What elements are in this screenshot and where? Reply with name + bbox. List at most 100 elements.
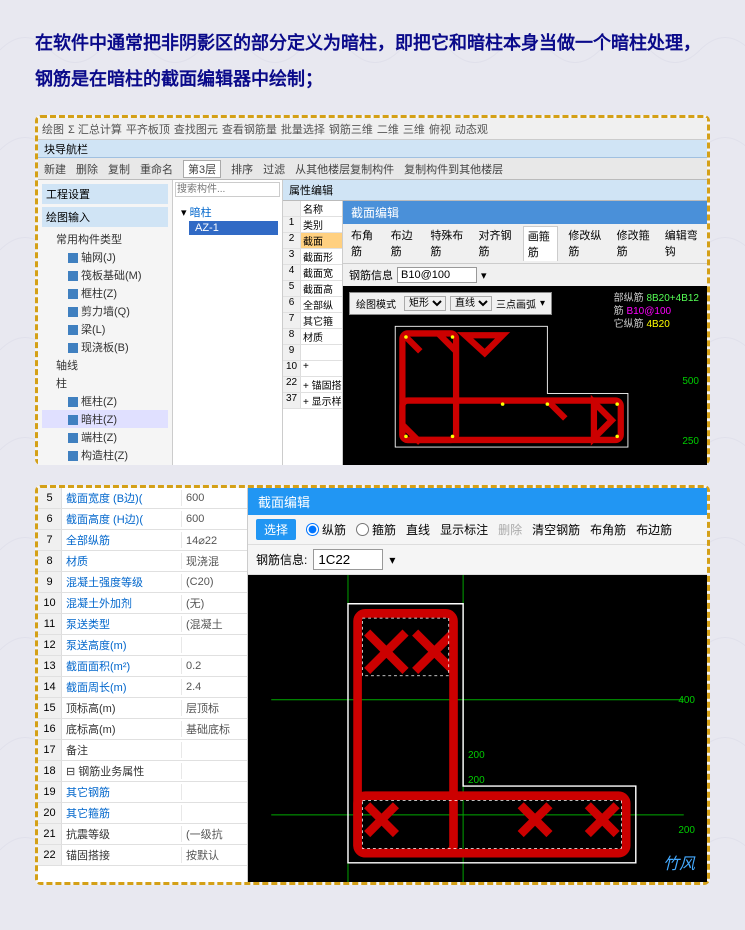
tb-rebar3d[interactable]: 钢筋三维: [329, 121, 373, 137]
tree-item[interactable]: 现浇板(B): [42, 338, 168, 356]
dropdown-icon[interactable]: ▾: [389, 553, 395, 567]
editor-tab[interactable]: 特殊布筋: [426, 226, 468, 261]
grid-row[interactable]: 22+ 锚固搭: [283, 377, 342, 393]
property-grid[interactable]: 名称1类别2截面3截面形4截面宽5截面高6全部纵7其它箍8材质910+22+ 锚…: [283, 201, 343, 465]
dim-250: 250: [682, 436, 699, 447]
tb-dyn[interactable]: 动态观: [455, 121, 488, 137]
grid-row[interactable]: 7其它箍: [283, 313, 342, 329]
tb-sort[interactable]: 排序: [231, 161, 253, 177]
tb-copy[interactable]: 复制: [108, 161, 130, 177]
editor-tab[interactable]: 布边筋: [387, 226, 421, 261]
tb-batch[interactable]: 批量选择: [281, 121, 325, 137]
tree-item[interactable]: 框柱(Z): [42, 284, 168, 302]
grid-row[interactable]: 9: [283, 345, 342, 361]
grid-row[interactable]: 8材质: [283, 329, 342, 345]
nav-title: 块导航栏: [44, 141, 88, 157]
prop-row[interactable]: 11泵送类型(混凝土: [38, 614, 247, 635]
radio-zongjin[interactable]: 纵筋: [306, 521, 346, 538]
rebar-info-input[interactable]: [397, 267, 477, 283]
floor-selector[interactable]: 第3层: [183, 160, 221, 178]
grid-row[interactable]: 5截面高: [283, 281, 342, 297]
prop-row[interactable]: 17备注: [38, 740, 247, 761]
grid-row[interactable]: 10+: [283, 361, 342, 377]
prop-row[interactable]: 22锚固搭接按默认: [38, 845, 247, 866]
rebar-info-label-2: 钢筋信息:: [256, 551, 307, 568]
tree-item[interactable]: 墙: [42, 464, 168, 465]
tb-rename[interactable]: 重命名: [140, 161, 173, 177]
tree-item[interactable]: 端柱(Z): [42, 428, 168, 446]
tb-del[interactable]: 删除: [76, 161, 98, 177]
tb-3d[interactable]: 三维: [403, 121, 425, 137]
prop-row[interactable]: 21抗震等级(一级抗: [38, 824, 247, 845]
prop-row[interactable]: 5截面宽度 (B边)(600: [38, 488, 247, 509]
tb-view[interactable]: 查看钢筋量: [222, 121, 277, 137]
btn-line[interactable]: 直线: [406, 521, 430, 538]
main-toolbar: 绘图 Σ 汇总计算 平齐板顶 查找图元 查看钢筋量 批量选择 钢筋三维 二维 三…: [38, 118, 707, 140]
dropdown-icon[interactable]: ▾: [481, 269, 487, 282]
tree-item[interactable]: 常用构件类型: [42, 230, 168, 248]
btn-showdim[interactable]: 显示标注: [440, 521, 488, 538]
tree-item[interactable]: 轴线: [42, 356, 168, 374]
radio-gujin[interactable]: 箍筋: [356, 521, 396, 538]
tree-item[interactable]: 剪力墙(Q): [42, 302, 168, 320]
prop-row[interactable]: 16底标高(m)基础底标: [38, 719, 247, 740]
tb-align[interactable]: 平齐板顶: [126, 121, 170, 137]
tb-copyfrom[interactable]: 从其他楼层复制构件: [295, 161, 394, 177]
btn-edge[interactable]: 布边筋: [636, 521, 672, 538]
grid-row[interactable]: 6全部纵: [283, 297, 342, 313]
tb-copyto[interactable]: 复制构件到其他楼层: [404, 161, 503, 177]
tree-item[interactable]: 暗柱(Z): [42, 410, 168, 428]
tb-draw[interactable]: 绘图: [42, 121, 64, 137]
grid-row[interactable]: 1类别: [283, 217, 342, 233]
editor-tab[interactable]: 对齐钢筋: [475, 226, 517, 261]
editor-tab[interactable]: 布角筋: [347, 226, 381, 261]
prop-row[interactable]: 6截面高度 (H边)(600: [38, 509, 247, 530]
search-input[interactable]: [175, 182, 280, 197]
prop-row[interactable]: 19其它钢筋: [38, 782, 247, 803]
prop-row[interactable]: 10混凝土外加剂(无): [38, 593, 247, 614]
mid-selected[interactable]: AZ-1: [189, 221, 278, 235]
editor-tab[interactable]: 编辑弯钩: [661, 226, 703, 261]
grid-row[interactable]: 4截面宽: [283, 265, 342, 281]
grid-row[interactable]: 3截面形: [283, 249, 342, 265]
editor-tab[interactable]: 修改箍筋: [613, 226, 655, 261]
tree-item[interactable]: 框柱(Z): [42, 392, 168, 410]
editor-tab[interactable]: 画箍筋: [523, 226, 559, 261]
tb-new[interactable]: 新建: [44, 161, 66, 177]
prop-row[interactable]: 8材质现浇混: [38, 551, 247, 572]
tree-item[interactable]: 构造柱(Z): [42, 446, 168, 464]
grid-row[interactable]: 2截面: [283, 233, 342, 249]
tb-summary[interactable]: Σ 汇总计算: [68, 121, 122, 137]
prop-row[interactable]: 9混凝土强度等级(C20): [38, 572, 247, 593]
section-canvas-2[interactable]: 400 200 200 200 竹风: [248, 575, 707, 882]
property-table[interactable]: 5截面宽度 (B边)(6006截面高度 (H边)(6007全部纵筋14⌀228材…: [38, 488, 248, 882]
tb-2d[interactable]: 二维: [377, 121, 399, 137]
tb-filter[interactable]: 过滤: [263, 161, 285, 177]
grid-row[interactable]: 名称: [283, 201, 342, 217]
prop-row[interactable]: 13截面面积(m²)0.2: [38, 656, 247, 677]
tb-find[interactable]: 查找图元: [174, 121, 218, 137]
editor-tab[interactable]: 修改纵筋: [564, 226, 606, 261]
prop-row[interactable]: 18⊟ 钢筋业务属性: [38, 761, 247, 782]
nav-bar: 块导航栏: [38, 140, 707, 158]
section-canvas[interactable]: 绘图模式 矩形 直线 三点画弧 ▾ 部纵筋 8B20+4B12 筋 B10@10…: [343, 286, 707, 465]
btn-delete[interactable]: 删除: [498, 521, 522, 538]
prop-row[interactable]: 20其它箍筋: [38, 803, 247, 824]
prop-row[interactable]: 12泵送高度(m): [38, 635, 247, 656]
prop-row[interactable]: 14截面周长(m)2.4: [38, 677, 247, 698]
rebar-info-input-2[interactable]: [313, 549, 383, 570]
tree-item[interactable]: 梁(L): [42, 320, 168, 338]
tree-item[interactable]: 轴网(J): [42, 248, 168, 266]
component-tree[interactable]: 工程设置 绘图输入 常用构件类型轴网(J)筏板基础(M)框柱(Z)剪力墙(Q)梁…: [38, 180, 173, 465]
btn-corner[interactable]: 布角筋: [590, 521, 626, 538]
prop-row[interactable]: 7全部纵筋14⌀22: [38, 530, 247, 551]
tb-rotate[interactable]: 俯视: [429, 121, 451, 137]
tree-item[interactable]: 柱: [42, 374, 168, 392]
mid-root[interactable]: ▾ 暗柱: [177, 203, 278, 221]
tree-title-2: 绘图输入: [42, 207, 168, 227]
tree-item[interactable]: 筏板基础(M): [42, 266, 168, 284]
btn-clear[interactable]: 清空钢筋: [532, 521, 580, 538]
prop-row[interactable]: 15顶标高(m)层顶标: [38, 698, 247, 719]
select-button[interactable]: 选择: [256, 519, 296, 540]
grid-row[interactable]: 37+ 显示样: [283, 393, 342, 409]
